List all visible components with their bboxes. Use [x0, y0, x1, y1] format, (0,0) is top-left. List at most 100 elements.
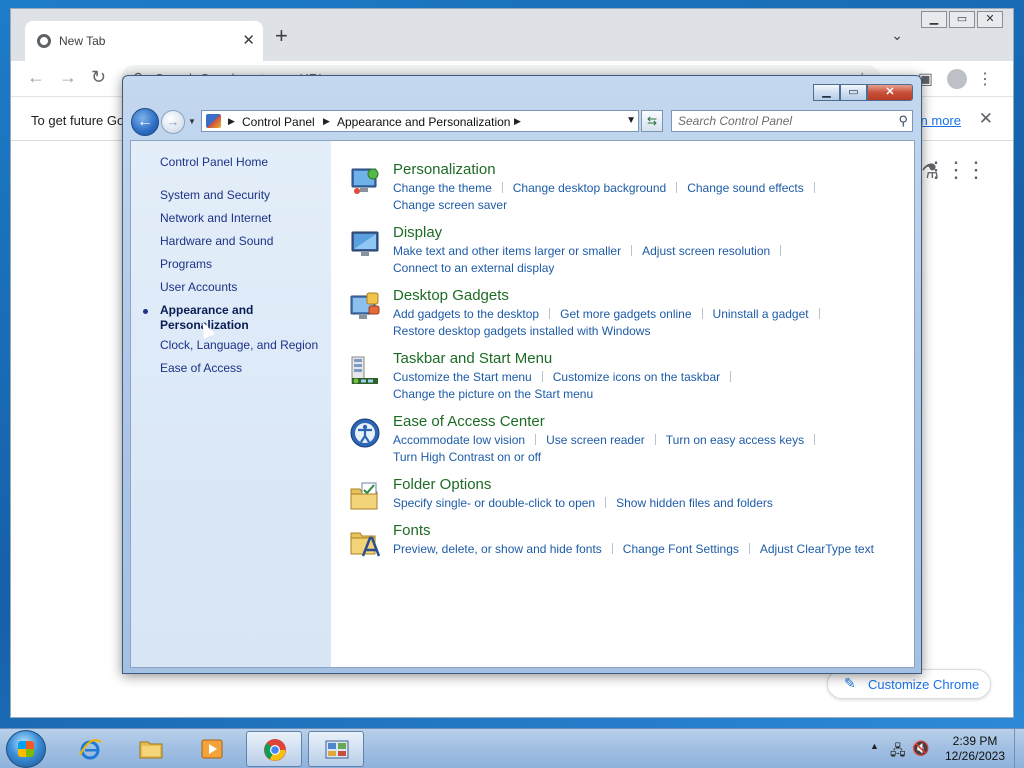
link-high-contrast[interactable]: Turn High Contrast on or off	[393, 450, 541, 464]
recent-pages-chevron-icon[interactable]: ▼	[188, 117, 196, 126]
link-change-start-menu-picture[interactable]: Change the picture on the Start menu	[393, 387, 593, 401]
taskbar-clock[interactable]: 2:39 PM 12/26/2023	[940, 734, 1010, 764]
taskbar-media-player[interactable]	[184, 731, 240, 767]
refresh-button[interactable]: ⇆	[641, 110, 663, 132]
link-divider	[818, 308, 820, 319]
infobar-message: To get future Go	[31, 113, 125, 128]
link-change-screen-saver[interactable]: Change screen saver	[393, 198, 507, 212]
reload-icon[interactable]: ↻	[91, 67, 106, 88]
cp-close-button[interactable]: ✕	[867, 84, 913, 101]
link-restore-gadgets[interactable]: Restore desktop gadgets installed with W…	[393, 324, 650, 338]
category-title[interactable]: Personalization	[393, 161, 496, 178]
category-links: Customize the Start menu Customize icons …	[393, 369, 903, 403]
sidebar-item-hardware-sound[interactable]: Hardware and Sound	[160, 234, 273, 249]
sidebar-item-clock-language[interactable]: Clock, Language, and Region	[160, 338, 318, 353]
link-adjust-screen-resolution[interactable]: Adjust screen resolution	[642, 244, 770, 258]
forward-button[interactable]: →	[161, 110, 185, 134]
cp-minimize-button[interactable]: ▁	[813, 84, 840, 101]
back-arrow-icon[interactable]: ←	[27, 67, 45, 88]
address-bar[interactable]: ▶ Control Panel ▶ Appearance and Persona…	[201, 110, 639, 132]
chrome-tab-title: New Tab	[59, 34, 106, 48]
show-desktop-button[interactable]	[1014, 729, 1024, 768]
link-divider	[541, 371, 543, 382]
category-title[interactable]: Ease of Access Center	[393, 413, 545, 430]
sidebar-item-network-internet[interactable]: Network and Internet	[160, 211, 271, 226]
category-title[interactable]: Taskbar and Start Menu	[393, 350, 552, 367]
link-adjust-cleartype[interactable]: Adjust ClearType text	[760, 542, 874, 556]
link-divider	[501, 182, 503, 193]
kebab-menu-icon[interactable]: ⋮	[977, 69, 993, 89]
breadcrumb-arrow-icon[interactable]: ▶	[228, 116, 235, 127]
gadgets-icon	[350, 292, 380, 319]
link-change-sound-effects[interactable]: Change sound effects	[687, 181, 804, 195]
internet-explorer-icon	[79, 739, 102, 760]
link-change-theme[interactable]: Change the theme	[393, 181, 492, 195]
link-make-text-larger[interactable]: Make text and other items larger or smal…	[393, 244, 621, 258]
link-connect-external-display[interactable]: Connect to an external display	[393, 261, 554, 275]
profile-avatar-icon[interactable]	[947, 69, 967, 89]
tray-expand-icon[interactable]: ▲	[870, 741, 879, 751]
chrome-close-button[interactable]: ✕	[977, 11, 1003, 28]
link-add-gadgets[interactable]: Add gadgets to the desktop	[393, 307, 539, 321]
cp-maximize-button[interactable]: ▭	[840, 84, 867, 101]
search-icon[interactable]: ⚲	[898, 113, 908, 129]
link-divider	[654, 434, 656, 445]
back-button[interactable]: ←	[131, 108, 159, 136]
forward-arrow-icon[interactable]: →	[59, 67, 77, 88]
customize-chrome-label: Customize Chrome	[868, 677, 980, 692]
category-title[interactable]: Desktop Gadgets	[393, 287, 509, 304]
breadcrumb-control-panel[interactable]: Control Panel	[242, 115, 315, 129]
taskbar-file-explorer[interactable]	[123, 731, 179, 767]
personalization-icon	[351, 168, 379, 194]
category-title[interactable]: Folder Options	[393, 476, 491, 493]
volume-muted-icon[interactable]: 🔇	[912, 740, 929, 757]
link-divider	[549, 308, 551, 319]
category-title[interactable]: Fonts	[393, 522, 431, 539]
address-dropdown-icon[interactable]: ▼	[626, 115, 636, 126]
apps-grid-icon[interactable]: ⋮⋮⋮	[925, 157, 987, 183]
link-preview-fonts[interactable]: Preview, delete, or show and hide fonts	[393, 542, 602, 556]
ease-of-access-icon	[350, 418, 380, 448]
sidebar-item-system-security[interactable]: System and Security	[160, 188, 270, 203]
link-get-more-gadgets[interactable]: Get more gadgets online	[560, 307, 691, 321]
category-title[interactable]: Display	[393, 224, 442, 241]
link-easy-access-keys[interactable]: Turn on easy access keys	[666, 433, 804, 447]
link-customize-taskbar-icons[interactable]: Customize icons on the taskbar	[553, 370, 720, 384]
search-input[interactable]	[672, 111, 888, 131]
taskbar-icon	[351, 356, 378, 384]
link-show-hidden-files[interactable]: Show hidden files and folders	[616, 496, 773, 510]
infobar-close-icon[interactable]: ✕	[979, 109, 993, 129]
sidebar-item-user-accounts[interactable]: User Accounts	[160, 280, 237, 295]
link-change-desktop-background[interactable]: Change desktop background	[513, 181, 666, 195]
network-icon[interactable]: 🖧	[890, 740, 906, 764]
sidebar-item-programs[interactable]: Programs	[160, 257, 212, 272]
link-change-font-settings[interactable]: Change Font Settings	[623, 542, 739, 556]
clock-date: 12/26/2023	[944, 749, 1006, 763]
breadcrumb-arrow-icon[interactable]: ▶	[514, 116, 521, 127]
close-tab-icon[interactable]: ✕	[242, 31, 255, 49]
tab-search-chevron-icon[interactable]: ⌄	[891, 27, 903, 44]
category-links: Make text and other items larger or smal…	[393, 243, 903, 277]
link-divider	[605, 497, 607, 508]
start-button[interactable]	[6, 730, 46, 768]
sidebar-item-appearance[interactable]: Appearance and Personalization	[160, 303, 270, 333]
chrome-tab-new-tab[interactable]: New Tab ✕	[25, 21, 263, 61]
link-accommodate-low-vision[interactable]: Accommodate low vision	[393, 433, 525, 447]
breadcrumb-arrow-icon[interactable]: ▶	[323, 116, 330, 127]
link-divider	[701, 308, 703, 319]
link-customize-start-menu[interactable]: Customize the Start menu	[393, 370, 532, 384]
new-tab-plus-icon[interactable]: +	[275, 23, 288, 49]
sidebar-item-home[interactable]: Control Panel Home	[160, 155, 268, 170]
cp-content: Control Panel Home System and Security N…	[130, 140, 915, 668]
taskbar-control-panel[interactable]	[308, 731, 364, 767]
taskbar-chrome[interactable]	[246, 731, 302, 767]
link-use-screen-reader[interactable]: Use screen reader	[546, 433, 645, 447]
sidebar-item-ease-of-access[interactable]: Ease of Access	[160, 361, 242, 376]
link-uninstall-gadget[interactable]: Uninstall a gadget	[713, 307, 809, 321]
taskbar-internet-explorer[interactable]	[62, 731, 118, 767]
chrome-minimize-button[interactable]: ▁	[921, 11, 947, 28]
chrome-maximize-button[interactable]: ▭	[949, 11, 975, 28]
link-single-double-click[interactable]: Specify single- or double-click to open	[393, 496, 595, 510]
infobar-learn-more-link[interactable]: n more	[921, 113, 961, 128]
breadcrumb-appearance[interactable]: Appearance and Personalization	[337, 115, 510, 129]
